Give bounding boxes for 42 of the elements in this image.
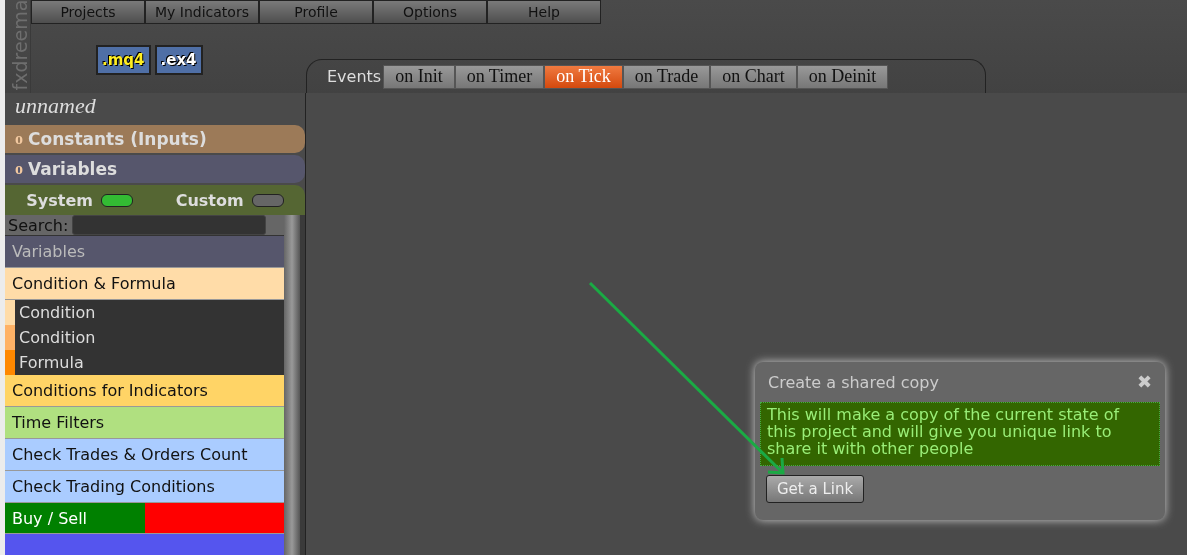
menu-item[interactable]: Projects: [31, 0, 145, 24]
category-item[interactable]: Check Trading Conditions: [5, 471, 284, 503]
events-label: Events: [327, 67, 382, 86]
event-tab[interactable]: on Deinit: [796, 64, 889, 89]
section-bar[interactable]: o Constants (Inputs): [5, 125, 305, 153]
category-item[interactable]: Buy / Sell: [5, 503, 145, 534]
list-header: Variables: [5, 236, 284, 268]
get-link-button[interactable]: Get a Link: [766, 475, 865, 504]
event-tab[interactable]: on Chart: [710, 64, 797, 89]
close-button[interactable]: ✖: [1137, 371, 1152, 393]
menu-item[interactable]: Help: [487, 0, 601, 24]
section-bar[interactable]: o Variables: [5, 155, 305, 183]
scrollbar[interactable]: [284, 215, 305, 555]
dialog-message: This will make a copy of the current state of this project and will give you unique link to share it with other people: [760, 402, 1160, 467]
file-button[interactable]: .ex4: [154, 45, 203, 75]
section-label: Variables: [28, 159, 118, 179]
menu-item[interactable]: My Indicators: [145, 0, 259, 24]
menu-item[interactable]: Profile: [259, 0, 373, 24]
dialog-title: Create a shared copy: [768, 372, 939, 392]
event-tab[interactable]: on Trade: [622, 64, 711, 89]
menu-item[interactable]: Options: [373, 0, 487, 24]
toggle-switch[interactable]: [251, 193, 284, 207]
section-label: Constants (Inputs): [28, 129, 207, 149]
block-item[interactable]: Condition: [5, 300, 284, 325]
block-item[interactable]: Condition: [5, 325, 284, 350]
event-tab[interactable]: on Tick: [544, 64, 623, 89]
search-label: Search:: [8, 215, 69, 235]
search-field[interactable]: [72, 215, 267, 235]
toggle-label: Custom: [175, 190, 244, 210]
file-button[interactable]: .mq4: [96, 45, 151, 75]
section-marker: o: [15, 130, 23, 148]
toggle-label: System: [26, 190, 93, 210]
category-item[interactable]: Check Trades & Orders Count: [5, 439, 284, 471]
toggle-switch[interactable]: [101, 193, 133, 207]
category-item[interactable]: Conditions for Indicators: [5, 375, 284, 407]
category-item[interactable]: Condition & Formula: [5, 268, 284, 300]
event-tab[interactable]: on Timer: [454, 64, 545, 89]
project-name: unnamed: [14, 93, 97, 120]
event-tab[interactable]: on Init: [383, 64, 455, 89]
section-marker: o: [15, 160, 23, 178]
block-item[interactable]: Formula: [5, 350, 284, 375]
category-item[interactable]: Time Filters: [5, 407, 284, 439]
